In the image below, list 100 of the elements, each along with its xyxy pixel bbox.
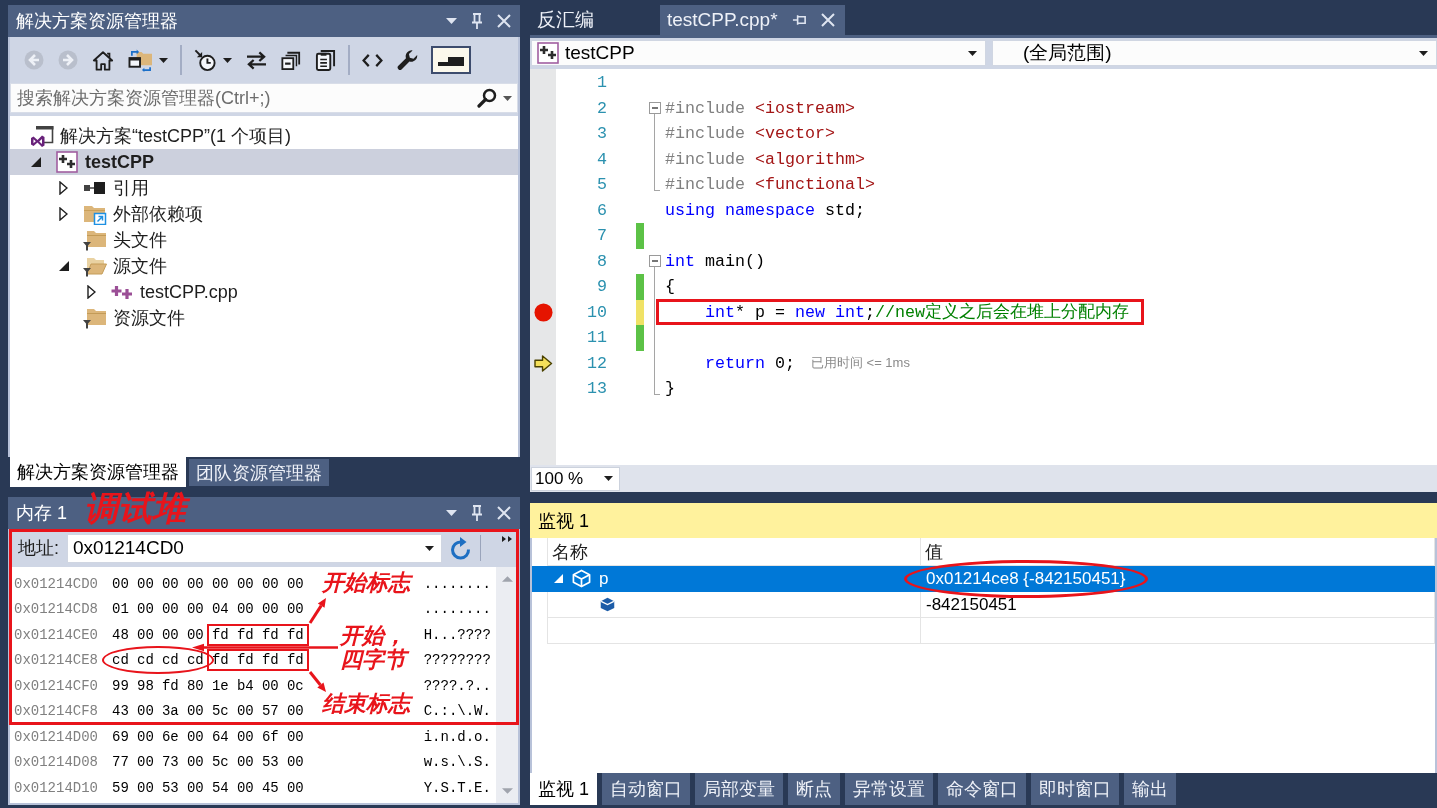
document-tab[interactable]: testCPP.cpp* xyxy=(660,5,845,35)
tab[interactable]: 解决方案资源管理器 xyxy=(10,457,186,487)
byte-value: 00 xyxy=(137,575,154,592)
byte-value: cd xyxy=(161,652,179,669)
breakpoint-icon[interactable] xyxy=(533,302,553,322)
byte-value: 00 xyxy=(137,626,154,643)
byte-value: 53 xyxy=(161,779,179,796)
tree-item[interactable]: 头文件 xyxy=(10,227,167,253)
byte-value: fd xyxy=(261,652,279,669)
byte-value: 00 xyxy=(261,677,279,694)
tree-item[interactable]: 外部依赖项 xyxy=(10,201,203,227)
panel-title: 监视 1 xyxy=(538,509,589,533)
byte-value: 04 xyxy=(211,601,229,618)
ascii-text: ????.?.. xyxy=(423,677,491,694)
byte-value: 54 xyxy=(211,779,229,796)
project-dropdown[interactable]: testCPP xyxy=(531,40,986,66)
tree-item[interactable]: 资源文件 xyxy=(10,305,185,331)
byte-value: 00 xyxy=(286,779,304,796)
address-field[interactable]: 0x01214CD0 xyxy=(67,533,442,563)
close-icon[interactable] xyxy=(820,13,835,27)
home-icon xyxy=(92,49,114,71)
watch-name: p xyxy=(599,568,609,589)
tab[interactable]: 自动窗口 xyxy=(602,773,690,805)
solid-triangle-icon[interactable] xyxy=(58,261,69,271)
memory-address: 0x01214D08 xyxy=(14,754,98,771)
close-icon[interactable] xyxy=(497,506,511,520)
code-line: } xyxy=(665,379,675,399)
address-label: 地址: xyxy=(18,537,59,560)
pin-icon[interactable] xyxy=(471,505,483,521)
preview-button[interactable] xyxy=(431,46,471,74)
byte-value: 80 xyxy=(186,677,204,694)
search-field[interactable]: 搜索解决方案资源管理器(Ctrl+;) xyxy=(10,83,518,113)
close-icon[interactable] xyxy=(497,14,511,28)
minus-box-icon[interactable] xyxy=(649,255,661,268)
watch-row[interactable]: p 0x01214ce8 {-842150451} xyxy=(532,566,1435,592)
search-icon xyxy=(477,88,497,108)
tab[interactable]: 即时窗口 xyxy=(1031,773,1119,805)
line-number: 12 xyxy=(587,353,607,373)
document-tab[interactable]: 反汇编 xyxy=(530,5,660,35)
byte-value: 5c xyxy=(211,703,229,720)
byte-value: 53 xyxy=(261,754,279,771)
byte-value: 00 xyxy=(236,601,254,618)
byte-value: 3a xyxy=(161,703,179,720)
byte-value: fd xyxy=(286,626,304,643)
tree-item[interactable]: 引用 xyxy=(10,175,149,201)
scope-dropdown[interactable]: (全局范围) xyxy=(992,40,1437,66)
ascii-text: H...???? xyxy=(423,626,491,643)
line-number: 1 xyxy=(597,73,607,93)
byte-value: 0c xyxy=(286,677,304,694)
memory-address: 0x01214D00 xyxy=(14,728,98,745)
zoom-dropdown[interactable]: 100 % xyxy=(531,466,620,491)
byte-value: fd xyxy=(286,652,304,669)
forward-icon xyxy=(58,50,78,70)
byte-value: 00 xyxy=(186,626,204,643)
byte-value: 00 xyxy=(137,728,154,745)
pin-icon[interactable] xyxy=(471,13,483,29)
tab[interactable]: 局部变量 xyxy=(695,773,783,805)
back-icon xyxy=(24,50,44,70)
tab[interactable]: 命令窗口 xyxy=(938,773,1026,805)
line-number: 3 xyxy=(597,124,607,144)
watch-row[interactable]: -842150451 xyxy=(532,592,1435,618)
outline-triangle-icon[interactable] xyxy=(59,181,68,195)
tab[interactable]: 断点 xyxy=(788,773,840,805)
watch-value: -842150451 xyxy=(926,594,1017,615)
tab[interactable]: 监视 1 xyxy=(530,773,597,805)
stacked-windows-icon xyxy=(281,50,301,70)
code-icon xyxy=(362,52,383,68)
arrow xyxy=(308,671,326,692)
tab[interactable]: 输出 xyxy=(1124,773,1176,805)
solid-triangle-icon[interactable] xyxy=(31,157,41,167)
tab[interactable]: 团队资源管理器 xyxy=(189,459,329,486)
byte-value: 00 xyxy=(137,779,154,796)
line-number: 2 xyxy=(597,98,607,118)
project-icon xyxy=(56,151,78,173)
tree-item[interactable]: 源文件 xyxy=(10,253,167,279)
ascii-text: i.n.d.o. xyxy=(423,728,491,745)
code-line: #include <algorithm> xyxy=(665,149,865,169)
folder-arrows-icon xyxy=(128,48,153,72)
tree-item[interactable]: 解决方案“testCPP”(1 个项目) xyxy=(10,123,291,149)
tree-item[interactable]: testCPP xyxy=(10,149,518,175)
outline-triangle-icon[interactable] xyxy=(59,207,68,221)
caret-icon[interactable] xyxy=(446,510,457,516)
byte-value: 57 xyxy=(261,703,279,720)
caret-icon[interactable] xyxy=(446,18,457,24)
caret-icon xyxy=(425,545,434,551)
byte-value: 00 xyxy=(186,601,204,618)
ascii-text: w.s.\.S. xyxy=(423,754,491,771)
plus-plus-icon xyxy=(111,284,133,300)
folder-icon xyxy=(82,229,107,251)
tab[interactable]: 异常设置 xyxy=(845,773,933,805)
double-triangle-icon[interactable] xyxy=(502,536,512,542)
pin-icon[interactable] xyxy=(791,14,807,26)
byte-value: 00 xyxy=(211,575,229,592)
line-number: 9 xyxy=(597,277,607,297)
byte-value: fd xyxy=(161,677,179,694)
byte-value: 1e xyxy=(211,677,229,694)
refresh-icon[interactable] xyxy=(450,536,472,560)
minus-box-icon[interactable] xyxy=(649,102,661,115)
outline-triangle-icon[interactable] xyxy=(86,285,96,299)
tree-item[interactable]: testCPP.cpp xyxy=(10,279,238,305)
